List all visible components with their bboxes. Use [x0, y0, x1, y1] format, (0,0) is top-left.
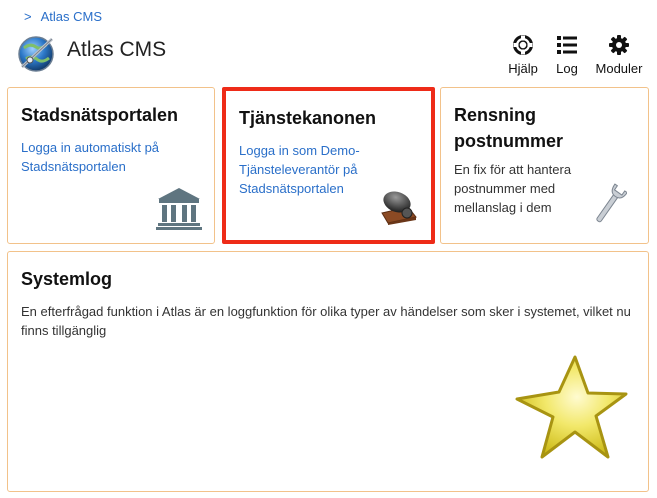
gear-icon: [609, 34, 629, 56]
breadcrumb-separator: >: [24, 9, 32, 24]
card-systemlog[interactable]: Systemlog En efterfrågad funktion i Atla…: [7, 251, 649, 492]
card-title: Systemlog: [21, 269, 113, 289]
card-tjanstekanonen[interactable]: Tjänstekanonen Logga in som Demo-Tjänste…: [222, 87, 435, 244]
log-button[interactable]: Log: [549, 34, 585, 76]
help-button[interactable]: Hjälp: [501, 34, 545, 76]
help-label: Hjälp: [508, 61, 538, 76]
atlas-logo-icon: [16, 33, 56, 73]
card-stadsnatsportalen[interactable]: Stadsnätsportalen Logga in automatiskt p…: [7, 87, 215, 244]
card-title: Stadsnätsportalen: [21, 105, 179, 125]
modules-label: Moduler: [595, 61, 643, 76]
wrench-icon: [593, 183, 628, 232]
lifebuoy-icon: [513, 34, 533, 56]
page: > Atlas CMS Atlas CMS Hjälp Log Moduler …: [0, 0, 657, 498]
card-title: Rensning postnummer: [454, 105, 564, 151]
cannon-icon: [378, 189, 418, 230]
breadcrumb-item-atlas-cms[interactable]: Atlas CMS: [41, 9, 102, 24]
modules-button[interactable]: Moduler: [591, 34, 647, 76]
breadcrumb: > Atlas CMS: [24, 9, 102, 24]
card-link[interactable]: Logga in automatiskt på Stadsnätsportale…: [21, 138, 201, 176]
card-title: Tjänstekanonen: [239, 108, 377, 128]
app-title: Atlas CMS: [67, 38, 167, 61]
log-label: Log: [556, 61, 578, 76]
bank-icon: [156, 186, 202, 235]
list-icon: [557, 34, 577, 56]
toolbar: Hjälp Log Moduler: [501, 34, 647, 76]
card-text: En efterfrågad funktion i Atlas är en lo…: [21, 304, 631, 338]
card-rensning-postnummer[interactable]: Rensning postnummer En fix för att hante…: [440, 87, 649, 244]
star-icon: [513, 353, 629, 468]
card-text: En fix för att hantera postnummer med me…: [454, 162, 572, 215]
